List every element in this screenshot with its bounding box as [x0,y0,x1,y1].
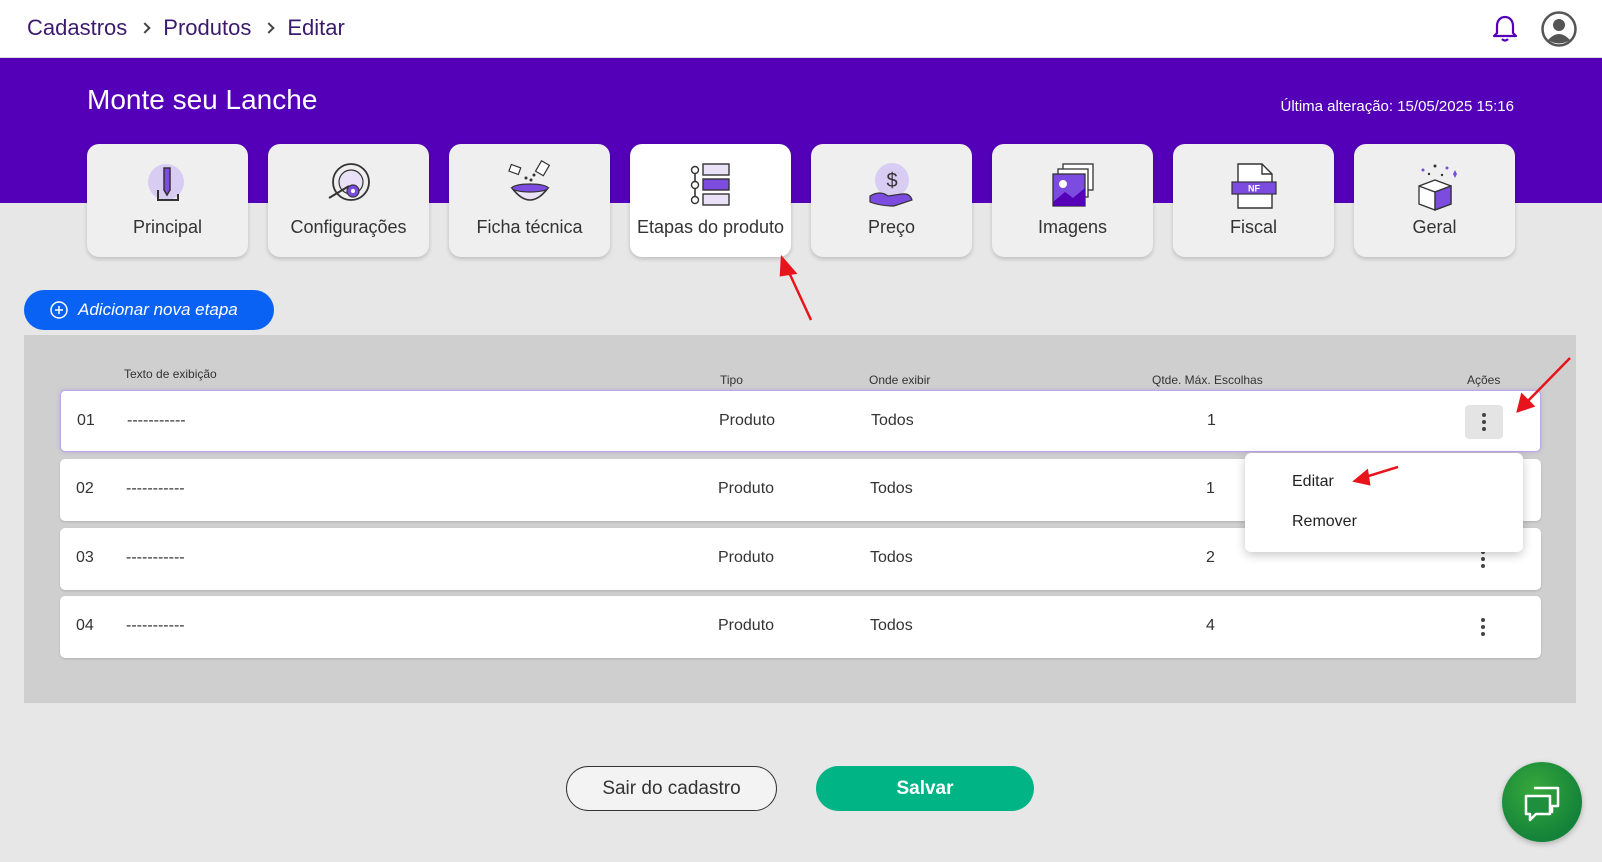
annotation-arrow-tab [785,267,813,321]
row-type: Produto [718,617,775,634]
header-actions: Ações [1467,373,1501,387]
tab-label: Principal [132,217,203,237]
menu-item-remove[interactable]: Remover [1292,513,1357,531]
settings-gear-icon [327,163,370,201]
breadcrumb-produtos[interactable]: Produtos [163,15,251,41]
table-row[interactable]: 01 ----------- Produto Todos 1 [60,390,1541,452]
chat-button[interactable] [1502,762,1582,842]
recipe-bowl-icon [507,160,550,201]
user-avatar-icon[interactable] [1541,11,1577,47]
row-text: ----------- [126,617,185,634]
row-number: 01 [77,412,95,429]
exit-button[interactable]: Sair do cadastro [566,766,777,811]
tab-label: Preço [867,217,916,237]
save-button[interactable]: Salvar [816,766,1034,811]
tab-label: Configurações [290,217,407,237]
table-row[interactable]: 04 ----------- Produto Todos 4 [60,596,1541,658]
row-text: ----------- [126,549,185,566]
header-type: Tipo [720,373,743,387]
page-title: Monte seu Lanche [87,84,318,115]
chevron-right-icon [263,22,276,34]
breadcrumb-cadastros[interactable]: Cadastros [27,15,127,41]
menu-item-edit[interactable]: Editar [1292,473,1334,491]
add-step-button[interactable]: Adicionar nova etapa [24,290,274,330]
images-icon [1051,163,1094,207]
header-max: Qtde. Máx. Escolhas [1152,373,1263,387]
svg-text:$: $ [886,170,897,192]
add-step-label: Adicionar nova etapa [78,300,238,319]
gift-box-icon [1417,164,1457,211]
row-action-menu: Editar Remover [1245,453,1523,552]
tab-label: Imagens [1037,217,1108,237]
row-type: Produto [719,412,776,429]
row-max: 2 [1206,549,1215,566]
tab-label: Geral [1412,217,1457,237]
notification-bell-icon[interactable] [1490,14,1520,44]
row-number: 03 [76,549,94,566]
row-where: Todos [870,617,913,634]
row-actions-button[interactable] [1465,405,1503,439]
tab-label: Fiscal [1229,217,1277,237]
row-max: 4 [1206,617,1215,634]
fiscal-nf-icon: NF [1230,163,1277,209]
row-number: 02 [76,480,94,497]
top-bar: Cadastros Produtos Editar [0,0,1602,58]
svg-text:NF: NF [1248,184,1260,194]
row-max: 1 [1207,412,1216,429]
last-modified-text: Última alteração: 15/05/2025 15:16 [1280,98,1515,115]
row-number: 04 [76,617,94,634]
section-tabs: Principal Configurações Ficha técnica Et… [87,144,1515,257]
row-where: Todos [870,480,913,497]
chevron-right-icon [139,22,151,34]
row-text: ----------- [127,412,186,429]
tab-label: Ficha técnica [476,217,583,237]
breadcrumb-editar: Editar [287,15,345,40]
row-max: 1 [1206,480,1215,497]
tab-configuracoes[interactable]: Configurações [268,144,429,257]
tab-etapas-do-produto[interactable]: Etapas do produto [630,144,791,257]
row-actions-button[interactable] [1464,610,1502,644]
row-type: Produto [718,480,775,497]
row-where: Todos [871,412,914,429]
tab-imagens[interactable]: Imagens [992,144,1153,257]
arrow-head-icon [779,254,798,277]
tab-principal[interactable]: Principal [87,144,248,257]
steps-list-icon [690,163,730,206]
pencil-icon [147,164,184,201]
row-where: Todos [870,549,913,566]
header-text: Texto de exibição [124,367,217,381]
chat-bubble-icon [1524,786,1560,822]
header-where: Onde exibir [869,373,931,387]
tab-fiscal[interactable]: NF Fiscal [1173,144,1334,257]
tab-label: Etapas do produto [636,217,785,237]
tab-preco[interactable]: $ Preço [811,144,972,257]
tab-geral[interactable]: Geral [1354,144,1515,257]
price-hand-icon: $ [868,163,913,207]
row-type: Produto [718,549,775,566]
row-text: ----------- [126,480,185,497]
plus-circle-icon [50,301,68,319]
breadcrumb: Cadastros Produtos Editar [27,15,345,41]
tab-ficha-tecnica[interactable]: Ficha técnica [449,144,610,257]
